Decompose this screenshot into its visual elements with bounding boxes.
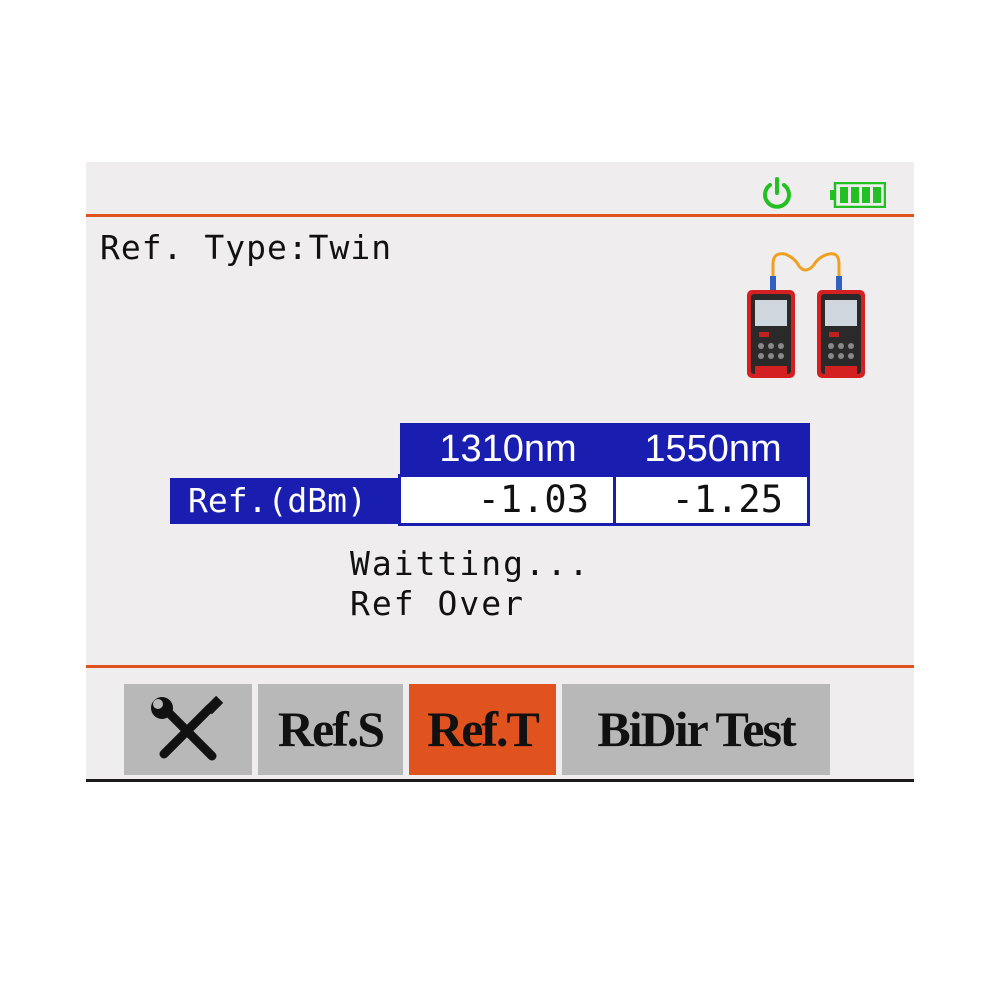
value-1550: -1.25 (613, 474, 810, 526)
power-icon (763, 177, 791, 209)
wrench-screwdriver-icon (151, 696, 224, 761)
battery-full-icon (830, 182, 886, 208)
ref-s-button[interactable]: Ref.S (258, 684, 403, 775)
status-ref-over: Ref Over (350, 584, 525, 623)
device-screen: Ref. Type:Twin 1310nm 1550nm Ref.(dBm) -… (86, 162, 914, 781)
footer-divider (86, 665, 914, 668)
column-header-1550: 1550nm (616, 423, 810, 475)
ref-t-button[interactable]: Ref.T (409, 684, 556, 775)
ref-dbm-row-label: Ref.(dBm) (170, 478, 400, 524)
power-meters-illustration (747, 252, 865, 378)
bidir-test-button[interactable]: BiDir Test (562, 684, 830, 775)
tools-button[interactable] (124, 684, 252, 775)
value-1310: -1.03 (398, 474, 616, 526)
status-waiting: Waitting... (350, 544, 591, 583)
ref-type-label: Ref. Type:Twin (100, 228, 393, 267)
header-divider (86, 214, 914, 217)
screen-bottom-border (86, 779, 914, 782)
column-header-1310: 1310nm (400, 423, 616, 475)
